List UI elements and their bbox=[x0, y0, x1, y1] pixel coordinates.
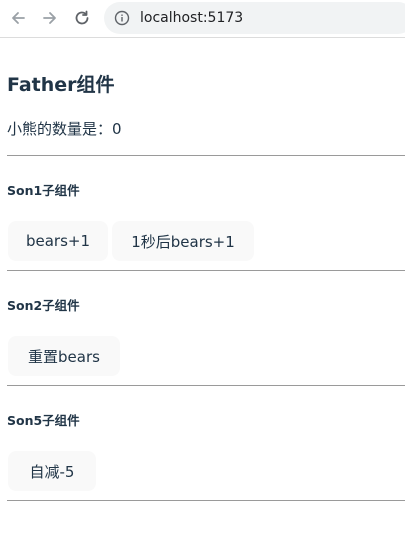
divider bbox=[7, 270, 405, 271]
son5-title: Son5子组件 bbox=[7, 413, 80, 428]
info-icon[interactable] bbox=[114, 10, 130, 26]
delayed-bears-plus-one-button[interactable]: 1秒后bears+1 bbox=[112, 221, 254, 261]
bear-count-text: 小熊的数量是：0 bbox=[7, 120, 122, 138]
browser-toolbar: localhost:5173 bbox=[0, 0, 405, 38]
url-text[interactable]: localhost:5173 bbox=[140, 10, 243, 26]
forward-arrow-icon bbox=[43, 12, 56, 24]
divider bbox=[7, 155, 405, 156]
address-bar[interactable]: localhost:5173 bbox=[104, 2, 405, 34]
forward-button[interactable] bbox=[38, 6, 62, 30]
bears-plus-one-button[interactable]: bears+1 bbox=[8, 221, 108, 261]
divider bbox=[7, 385, 405, 386]
son1-title: Son1子组件 bbox=[7, 183, 80, 198]
decrement-five-button[interactable]: 自减-5 bbox=[8, 451, 96, 491]
father-title: Father组件 bbox=[7, 74, 115, 96]
son2-title: Son2子组件 bbox=[7, 298, 80, 313]
reload-icon bbox=[75, 10, 89, 25]
reset-bears-button[interactable]: 重置bears bbox=[8, 336, 120, 376]
back-button[interactable] bbox=[6, 6, 30, 30]
page-content: Father组件 小熊的数量是：0 Son1子组件 bears+1 1秒后bea… bbox=[0, 38, 405, 534]
back-arrow-icon bbox=[12, 12, 25, 24]
divider bbox=[7, 500, 405, 501]
reload-button[interactable] bbox=[70, 6, 94, 30]
